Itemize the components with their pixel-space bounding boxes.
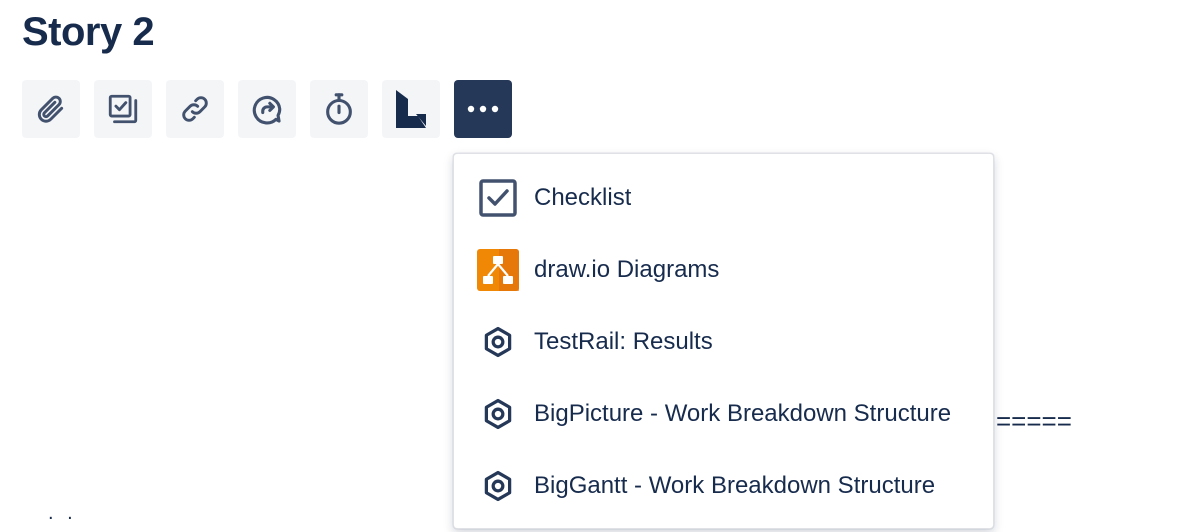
drawio-icon [477, 249, 519, 291]
hexagon-icon [477, 465, 519, 507]
checklist-stack-icon [108, 94, 138, 124]
menu-item-label: BigPicture - Work Breakdown Structure [534, 400, 952, 427]
menu-item-biggantt-wbs[interactable]: BigGantt - Work Breakdown Structure [454, 450, 993, 522]
paperclip-icon [37, 95, 64, 123]
background-text-fragment: ===== [996, 406, 1072, 436]
more-icon [467, 105, 499, 113]
issue-toolbar [22, 80, 512, 138]
menu-item-bigpicture-wbs[interactable]: BigPicture - Work Breakdown Structure [454, 378, 993, 450]
page-title: Story 2 [22, 10, 155, 54]
more-button[interactable] [454, 80, 512, 138]
share-chat-icon [252, 95, 282, 125]
app-button[interactable] [382, 80, 440, 138]
checkbox-icon [477, 177, 519, 219]
add-child-issue-button[interactable] [94, 80, 152, 138]
menu-item-testrail-results[interactable]: TestRail: Results [454, 306, 993, 378]
stopwatch-icon [326, 93, 352, 125]
menu-item-label: draw.io Diagrams [534, 256, 720, 283]
link-issue-button[interactable] [166, 80, 224, 138]
link-icon [182, 96, 208, 122]
log-time-button[interactable] [310, 80, 368, 138]
background-dots: . . [48, 502, 77, 524]
menu-item-drawio[interactable]: draw.io Diagrams [454, 234, 993, 306]
menu-item-checklist[interactable]: Checklist [454, 162, 993, 234]
hexagon-icon [477, 393, 519, 435]
app-logo-icon [396, 90, 426, 128]
menu-item-label: Checklist [534, 184, 632, 211]
hexagon-icon [477, 321, 519, 363]
more-actions-dropdown: Checklist draw.io Diagrams TestRail: Res… [453, 153, 994, 529]
share-button[interactable] [238, 80, 296, 138]
attach-button[interactable] [22, 80, 80, 138]
menu-item-label: TestRail: Results [534, 328, 713, 355]
menu-item-label: BigGantt - Work Breakdown Structure [534, 472, 936, 499]
